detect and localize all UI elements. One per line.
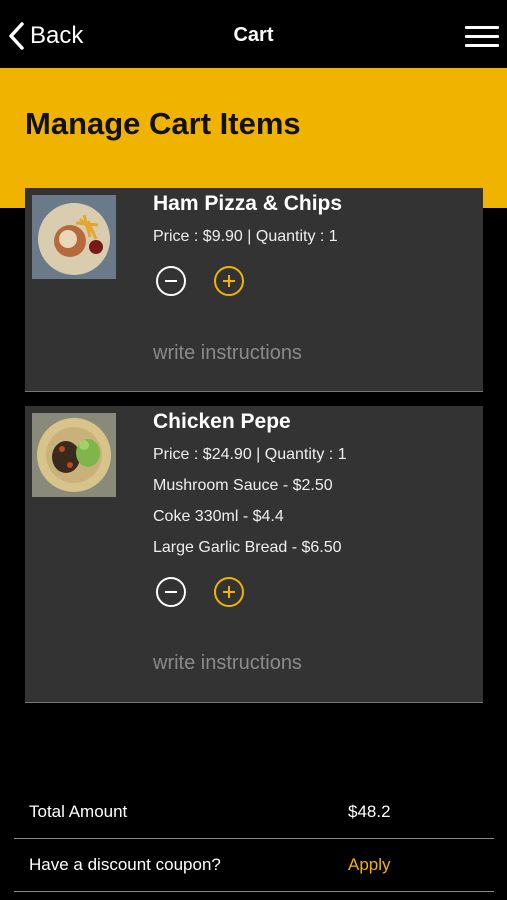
discount-coupon-label: Have a discount coupon? bbox=[29, 855, 221, 874]
decrease-quantity-button[interactable] bbox=[156, 266, 186, 296]
total-amount-label: Total Amount bbox=[29, 802, 128, 821]
food-photo-icon bbox=[32, 413, 116, 497]
banner-title: Manage Cart Items bbox=[25, 106, 301, 141]
page-title: Cart bbox=[233, 24, 274, 46]
header-banner: Manage Cart Items bbox=[0, 68, 507, 208]
total-amount-value: $48.2 bbox=[348, 802, 391, 821]
item-extra: Large Garlic Bread - $6.50 bbox=[153, 539, 342, 556]
decrease-quantity-button[interactable] bbox=[156, 577, 186, 607]
instructions-input[interactable] bbox=[153, 652, 463, 675]
cart-item-card: Ham Pizza & Chips Price : $9.90 | Quanti… bbox=[25, 188, 483, 392]
increase-quantity-button[interactable] bbox=[214, 266, 244, 296]
item-name: Ham Pizza & Chips bbox=[153, 192, 343, 215]
nav-bar: Back Cart bbox=[0, 0, 507, 68]
item-price-quantity: Price : $9.90 | Quantity : 1 bbox=[153, 228, 338, 245]
item-name: Chicken Pepe bbox=[153, 410, 291, 433]
increase-quantity-button[interactable] bbox=[214, 577, 244, 607]
item-extra: Coke 330ml - $4.4 bbox=[153, 508, 284, 525]
discount-coupon-row: Have a discount coupon? Apply bbox=[14, 839, 494, 892]
food-photo-icon bbox=[32, 195, 116, 279]
hamburger-menu-icon[interactable] bbox=[465, 20, 499, 54]
instructions-input[interactable] bbox=[153, 342, 463, 365]
cart-item-card: Chicken Pepe Price : $24.90 | Quantity :… bbox=[25, 406, 483, 703]
item-extra: Mushroom Sauce - $2.50 bbox=[153, 477, 333, 494]
apply-coupon-button[interactable]: Apply bbox=[348, 855, 391, 875]
total-amount-row: Total Amount $48.2 bbox=[14, 786, 494, 839]
item-price-quantity: Price : $24.90 | Quantity : 1 bbox=[153, 446, 347, 463]
